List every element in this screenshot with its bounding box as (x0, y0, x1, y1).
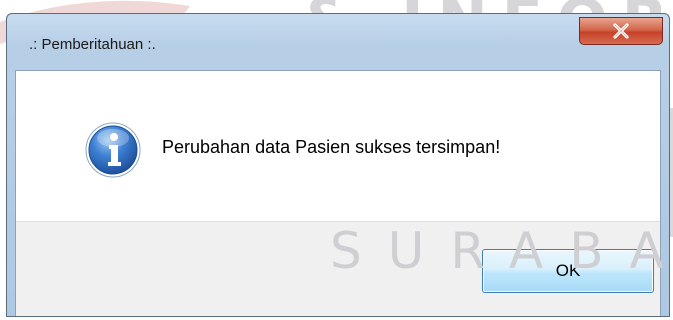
dialog-message: Perubahan data Pasien sukses tersimpan! (162, 137, 501, 157)
message-dialog: .: Pemberitahuan :. Perubahan data Pasie… (6, 13, 670, 317)
screenshot-stage: & INFORM stikom .: Pemberitahuan :. (0, 0, 673, 320)
close-button[interactable] (579, 17, 663, 45)
ok-button[interactable]: OK (482, 249, 654, 293)
information-icon (85, 122, 141, 178)
close-icon (613, 23, 629, 39)
dialog-body: Perubahan data Pasien sukses tersimpan! … (15, 70, 661, 316)
dialog-title: .: Pemberitahuan :. (29, 36, 156, 53)
dialog-titlebar[interactable]: .: Pemberitahuan :. (7, 14, 669, 54)
